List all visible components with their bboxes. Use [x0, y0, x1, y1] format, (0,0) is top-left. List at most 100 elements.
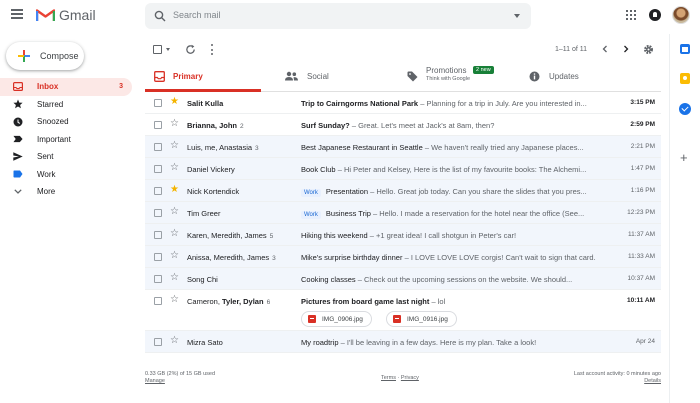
email-sender: Mizra Sato [187, 338, 223, 347]
email-row[interactable]: ☆ Song Chi Cooking classes – Check out t… [145, 268, 661, 290]
email-content: Book Club – Hi Peter and Kelsey, Here is… [301, 165, 621, 174]
inbox-icon [154, 71, 165, 82]
attachment-chip[interactable]: IMG_0906.jpg [301, 311, 372, 327]
tab-promotions[interactable]: Promotions 2 new Think with Google [407, 62, 525, 92]
sidebar-item-label: Inbox [37, 82, 59, 92]
row-checkbox[interactable] [154, 121, 162, 129]
email-snippet: – lol [429, 297, 446, 306]
row-checkbox[interactable] [154, 297, 162, 305]
email-subject: Business Trip [325, 209, 371, 218]
row-checkbox[interactable] [154, 209, 162, 217]
row-checkbox[interactable] [154, 253, 162, 261]
more-options-icon[interactable] [210, 44, 214, 55]
email-time: 1:16 PM [630, 187, 655, 194]
email-row[interactable]: ☆ Cameron, Tyler, Dylan 6 Pictures from b… [145, 290, 661, 331]
star-outline-icon[interactable]: ☆ [170, 207, 179, 217]
privacy-link[interactable]: Privacy [401, 375, 419, 381]
attachment-chip[interactable]: IMG_0916.jpg [386, 311, 457, 327]
row-checkbox[interactable] [154, 143, 162, 151]
star-outline-icon[interactable]: ☆ [170, 251, 179, 261]
label-chip[interactable]: Work [301, 189, 321, 197]
email-subject: Pictures from board game last night [301, 297, 430, 306]
compose-label: Compose [40, 51, 79, 61]
search-icon[interactable] [154, 10, 166, 22]
search-options-icon[interactable] [514, 14, 520, 18]
star-outline-icon[interactable]: ☆ [170, 336, 179, 346]
email-content: Mike's surprise birthday dinner – I LOVE… [301, 253, 621, 262]
email-row[interactable]: ★ Salit Kulla Trip to Cairngorms Nationa… [145, 92, 661, 114]
email-row[interactable]: ☆ Brianna, John 2 Surf Sunday? – Great. L… [145, 114, 661, 136]
row-checkbox[interactable] [154, 338, 162, 346]
email-content: Best Japanese Restaurant in Seattle – We… [301, 143, 621, 152]
email-row[interactable]: ★ Nick Kortendick Work Presentation – Hel… [145, 180, 661, 202]
add-addon-icon[interactable]: + [680, 151, 688, 164]
email-row[interactable]: ☆ Karen, Meredith, James 5 Hiking this we… [145, 224, 661, 246]
tasks-icon[interactable] [679, 103, 691, 115]
tab-label: Social [307, 72, 329, 81]
compose-button[interactable]: Compose [6, 42, 84, 70]
email-subject: Trip to Cairngorms National Park [301, 99, 419, 108]
keep-icon[interactable] [680, 73, 690, 84]
search-input[interactable]: Search mail [173, 10, 221, 20]
chevron-right-icon[interactable] [622, 45, 630, 53]
image-file-icon [308, 315, 316, 323]
email-row[interactable]: ☆ Tim Greer Work Business Trip – Hello. I… [145, 202, 661, 224]
email-row[interactable]: ☆ Mizra Sato My roadtrip – I'll be leavi… [145, 331, 661, 353]
main-menu-icon[interactable] [11, 9, 23, 19]
star-outline-icon[interactable]: ☆ [170, 273, 179, 283]
calendar-icon[interactable] [680, 44, 690, 54]
star-icon[interactable]: ★ [170, 97, 179, 107]
star-icon[interactable]: ★ [170, 185, 179, 195]
terms-link[interactable]: Terms [381, 375, 396, 381]
tab-primary[interactable]: Primary [145, 62, 261, 92]
sidebar-item-sent[interactable]: Sent [0, 148, 136, 166]
refresh-icon[interactable] [185, 44, 196, 55]
label-chip[interactable]: Work [301, 211, 321, 219]
email-time: 2:21 PM [630, 143, 655, 150]
select-options-chevron-icon[interactable] [166, 48, 170, 51]
sidebar-item-starred[interactable]: Starred [0, 96, 136, 114]
email-snippet: – Hello. Great job today. Can you share … [368, 187, 587, 196]
email-row[interactable]: ☆ Anissa, Meredith, James 3 Mike's surpri… [145, 246, 661, 268]
thread-count: 3 [272, 255, 276, 262]
row-checkbox[interactable] [154, 231, 162, 239]
select-all-checkbox[interactable] [153, 45, 162, 54]
star-outline-icon[interactable]: ☆ [170, 141, 179, 151]
row-checkbox[interactable] [154, 165, 162, 173]
star-outline-icon[interactable]: ☆ [170, 119, 179, 129]
search-bar[interactable]: Search mail [145, 3, 531, 29]
tab-social[interactable]: Social [285, 62, 401, 92]
email-sender: Daniel Vickery [187, 165, 235, 174]
attachment-name: IMG_0906.jpg [322, 315, 363, 323]
email-list: ★ Salit Kulla Trip to Cairngorms Nationa… [145, 92, 661, 353]
apps-grid-icon[interactable] [626, 10, 636, 20]
activity-details-link[interactable]: Details [644, 378, 661, 384]
row-checkbox[interactable] [154, 187, 162, 195]
notifications-icon[interactable] [649, 9, 661, 21]
star-outline-icon[interactable]: ☆ [170, 295, 179, 305]
email-time: 10:37 AM [627, 275, 655, 282]
gmail-m-icon [36, 9, 55, 21]
star-outline-icon[interactable]: ☆ [170, 229, 179, 239]
email-sender: Luis, me, Anastasia 3 [187, 143, 259, 152]
gmail-logo[interactable]: Gmail [36, 7, 96, 23]
email-row[interactable]: ☆ Daniel Vickery Book Club – Hi Peter an… [145, 158, 661, 180]
row-checkbox[interactable] [154, 275, 162, 283]
sidebar-item-snoozed[interactable]: Snoozed [0, 113, 136, 131]
tab-updates[interactable]: Updates [529, 62, 649, 92]
sidebar-item-inbox[interactable]: Inbox 3 [0, 78, 132, 96]
star-outline-icon[interactable]: ☆ [170, 163, 179, 173]
avatar[interactable] [672, 6, 690, 24]
sidebar-item-work[interactable]: Work [0, 166, 136, 184]
email-row[interactable]: ☆ Luis, me, Anastasia 3 Best Japanese Res… [145, 136, 661, 158]
send-icon [13, 152, 23, 162]
email-content: Surf Sunday? – Great. Let's meet at Jack… [301, 121, 621, 130]
clock-icon [13, 117, 23, 127]
sidebar-item-important[interactable]: Important [0, 131, 136, 149]
gear-icon[interactable] [643, 44, 654, 55]
chevron-left-icon[interactable] [601, 45, 609, 53]
row-checkbox[interactable] [154, 99, 162, 107]
sidebar-item-more[interactable]: More [0, 183, 136, 201]
sidebar-nav: Inbox 3 Starred Snoozed Important Sent W… [0, 78, 136, 201]
manage-storage-link[interactable]: Manage [145, 378, 165, 384]
